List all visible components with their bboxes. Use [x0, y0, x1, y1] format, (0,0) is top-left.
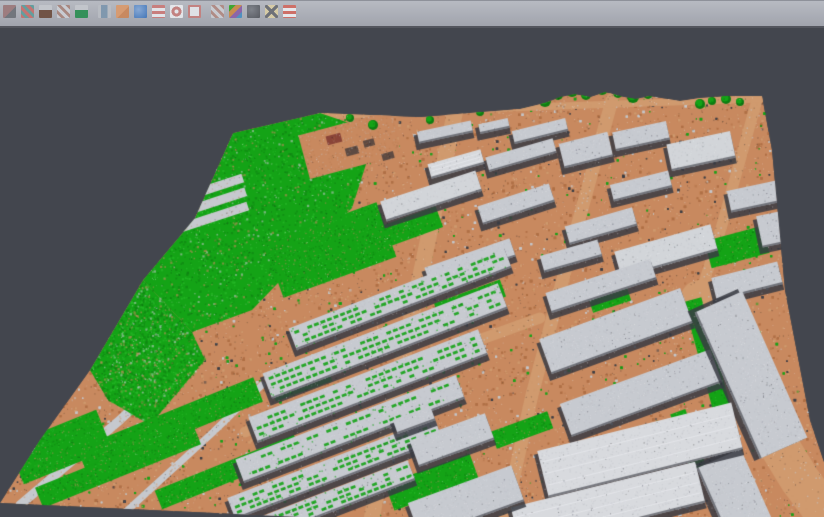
globe-icon[interactable]: [134, 5, 147, 18]
selection-tool-icon[interactable]: [3, 5, 16, 18]
3d-viewport[interactable]: [0, 0, 824, 517]
red-stripes-icon[interactable]: [152, 5, 165, 18]
target-ring-icon[interactable]: [170, 5, 183, 18]
cross-tile-icon[interactable]: [265, 5, 278, 18]
sparse-points-icon[interactable]: [57, 5, 70, 18]
classification-palette-icon[interactable]: [229, 5, 242, 18]
checker-tile-icon[interactable]: [211, 5, 224, 18]
binoculars-icon[interactable]: [247, 5, 260, 18]
terrain-icon[interactable]: [39, 5, 52, 18]
toolbar: [0, 0, 824, 28]
orange-tile-icon[interactable]: [116, 5, 129, 18]
multi-point-tool-icon[interactable]: [21, 5, 34, 18]
pointcloud-canvas[interactable]: [0, 0, 824, 517]
flag-stripes-icon[interactable]: [283, 5, 296, 18]
vegetation-terrain-icon[interactable]: [75, 5, 88, 18]
crop-corners-icon[interactable]: [188, 5, 201, 18]
profile-tool-icon[interactable]: [98, 5, 111, 18]
